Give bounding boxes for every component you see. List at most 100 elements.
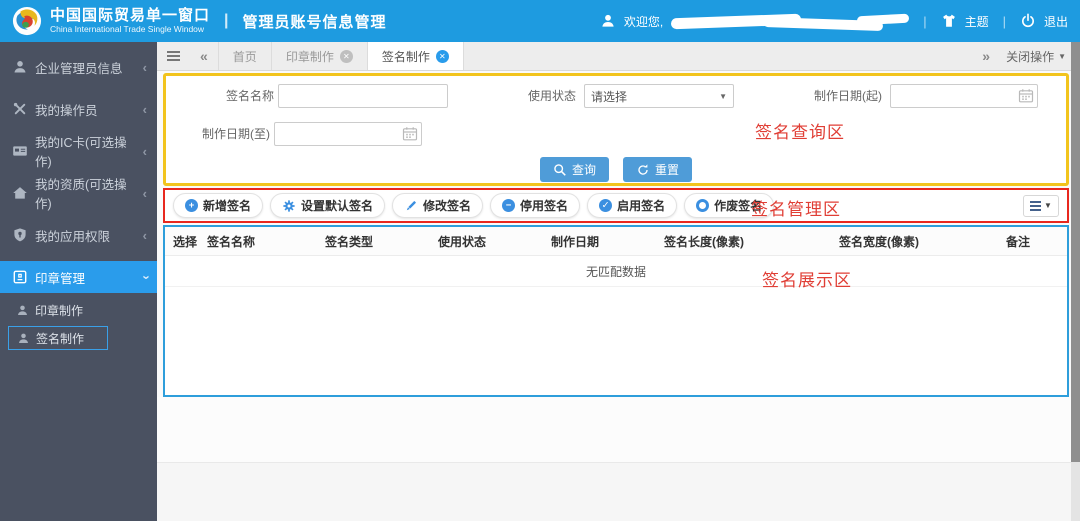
usage-status-select[interactable]: 请选择 ▼ — [584, 84, 734, 108]
modify-signature-button[interactable]: 修改签名 — [392, 193, 483, 218]
top-header: 中国国际贸易单一窗口 China International Trade Sin… — [0, 0, 1080, 42]
brand-title: 中国国际贸易单一窗口 — [50, 8, 210, 25]
chevron-left-icon: ‹ — [143, 144, 147, 159]
collapse-menu-button[interactable] — [157, 42, 190, 70]
tab-bar: « 首页 印章制作 ✕ 签名制作 ✕ » 关闭操作 ▼ — [157, 42, 1080, 71]
redacted-username — [671, 13, 909, 29]
manage-area-annotation: 签名管理区 — [751, 195, 841, 220]
double-chevron-left-icon: « — [200, 48, 208, 64]
page-title: 管理员账号信息管理 — [243, 11, 387, 32]
theme-button[interactable]: 主题 — [965, 13, 989, 30]
column-header-signature-type: 签名类型 — [317, 227, 430, 255]
tab-signature-making[interactable]: 签名制作 ✕ — [368, 42, 464, 70]
tools-icon — [12, 101, 28, 117]
column-header-signature-width: 签名宽度(像素) — [831, 227, 998, 255]
search-button[interactable]: 查询 — [540, 157, 609, 182]
sidebar-item-my-qualifications[interactable]: 我的资质(可选操作) ‹ — [0, 172, 157, 214]
person-icon — [12, 59, 28, 75]
double-chevron-right-icon: » — [982, 48, 990, 64]
welcome-text: 欢迎您, — [624, 13, 663, 30]
close-operations-dropdown[interactable]: 关闭操作 ▼ — [1000, 48, 1080, 65]
tabbar-right: » 关闭操作 ▼ — [972, 42, 1080, 70]
plus-circle-icon: + — [185, 199, 198, 212]
logout-button[interactable]: 退出 — [1044, 13, 1068, 30]
reset-button[interactable]: 重置 — [623, 157, 692, 182]
tab-label: 首页 — [233, 48, 257, 65]
sidebar-subitem-label: 印章制作 — [35, 302, 83, 319]
close-operations-label: 关闭操作 — [1006, 48, 1054, 65]
shield-icon — [12, 227, 28, 243]
button-label: 停用签名 — [520, 197, 568, 214]
hamburger-icon — [167, 51, 180, 61]
date-from-input[interactable] — [890, 84, 1038, 108]
chevron-down-icon: ▼ — [1058, 52, 1066, 61]
tab-home[interactable]: 首页 — [218, 42, 272, 70]
button-label: 修改签名 — [423, 197, 471, 214]
tab-label: 印章制作 — [286, 48, 334, 65]
signature-table-panel: 选择 签名名称 签名类型 使用状态 制作日期 签名长度(像素) 签名宽度(像素)… — [163, 225, 1069, 397]
calendar-icon[interactable] — [402, 126, 418, 142]
usage-status-label: 使用状态 — [466, 84, 576, 108]
search-label: 查询 — [572, 161, 596, 178]
button-label: 启用签名 — [617, 197, 665, 214]
sidebar-item-my-app-permissions[interactable]: 我的应用权限 ‹ — [0, 214, 157, 256]
sidebar-subitem-signature-making[interactable]: 签名制作 — [8, 326, 108, 350]
pencil-icon — [404, 199, 418, 213]
stamp-icon — [12, 269, 28, 285]
sidebar: 企业管理员信息 ‹ 我的操作员 ‹ 我的IC卡(可选操作) ‹ 我的资质(可选操… — [0, 42, 157, 521]
header-right: 欢迎您, | 主题 | 退出 — [600, 13, 1080, 30]
vertical-scrollbar — [1071, 42, 1080, 521]
enable-signature-button[interactable]: ✓ 启用签名 — [587, 193, 677, 218]
app-window: 中国国际贸易单一窗口 China International Trade Sin… — [0, 0, 1080, 521]
chevron-left-icon: ‹ — [143, 60, 147, 75]
chevron-down-icon: ▼ — [1044, 201, 1052, 210]
tab-close-icon[interactable]: ✕ — [340, 50, 353, 63]
home-icon — [12, 185, 28, 201]
sidebar-item-label: 我的资质(可选操作) — [35, 174, 143, 212]
signature-manage-panel: + 新增签名 设置默认签名 修改签名 − 停用签名 ✓ 启用签名 作废签名 — [163, 188, 1069, 223]
tabs-scroll-right-button[interactable]: » — [972, 48, 1000, 64]
signature-name-input[interactable] — [278, 84, 448, 108]
scrollbar-thumb[interactable] — [1071, 42, 1080, 462]
search-icon — [553, 163, 567, 177]
column-header-signature-length: 签名长度(像素) — [656, 227, 831, 255]
header-divider: | — [224, 12, 228, 30]
ring-circle-icon — [696, 199, 709, 212]
brand-logo-icon — [12, 6, 42, 36]
disable-signature-button[interactable]: − 停用签名 — [490, 193, 580, 218]
display-area-annotation: 签名展示区 — [762, 266, 852, 291]
sidebar-item-my-operators[interactable]: 我的操作员 ‹ — [0, 88, 157, 130]
sidebar-item-enterprise-admin-info[interactable]: 企业管理员信息 ‹ — [0, 46, 157, 88]
add-signature-button[interactable]: + 新增签名 — [173, 193, 263, 218]
date-to-input[interactable] — [274, 122, 422, 146]
check-circle-icon: ✓ — [599, 199, 612, 212]
button-label: 设置默认签名 — [301, 197, 373, 214]
tab-seal-making[interactable]: 印章制作 ✕ — [272, 42, 368, 70]
column-settings-button[interactable]: ▼ — [1023, 195, 1059, 217]
set-default-signature-button[interactable]: 设置默认签名 — [270, 193, 385, 218]
sidebar-subitem-seal-making[interactable]: 印章制作 — [8, 298, 149, 322]
sidebar-item-label: 企业管理员信息 — [35, 58, 123, 77]
user-icon — [600, 13, 616, 29]
ic-card-icon — [12, 143, 28, 159]
chevron-left-icon: ‹ — [143, 102, 147, 117]
sidebar-item-my-ic-card[interactable]: 我的IC卡(可选操作) ‹ — [0, 130, 157, 172]
query-area-annotation: 签名查询区 — [755, 118, 845, 143]
date-to-label: 制作日期(至) — [166, 122, 270, 146]
empty-data-message: 无匹配数据 — [165, 256, 1067, 287]
footer-strip — [157, 462, 1080, 521]
power-icon[interactable] — [1020, 13, 1036, 29]
tab-close-icon[interactable]: ✕ — [436, 50, 449, 63]
content-footer — [157, 397, 1080, 462]
theme-shirt-icon[interactable] — [941, 13, 957, 29]
column-header-select: 选择 — [165, 227, 199, 255]
usage-status-value: 请选择 — [591, 88, 627, 105]
calendar-icon[interactable] — [1018, 88, 1034, 104]
tabs-scroll-left-button[interactable]: « — [190, 42, 218, 70]
sidebar-item-seal-management[interactable]: 印章管理 ‹ — [0, 261, 157, 293]
sidebar-item-label: 我的操作员 — [35, 100, 98, 119]
header-separator: | — [923, 14, 926, 29]
sidebar-item-label: 印章管理 — [35, 268, 85, 287]
brand-subtitle: China International Trade Single Window — [50, 25, 210, 34]
person-icon — [17, 332, 30, 345]
